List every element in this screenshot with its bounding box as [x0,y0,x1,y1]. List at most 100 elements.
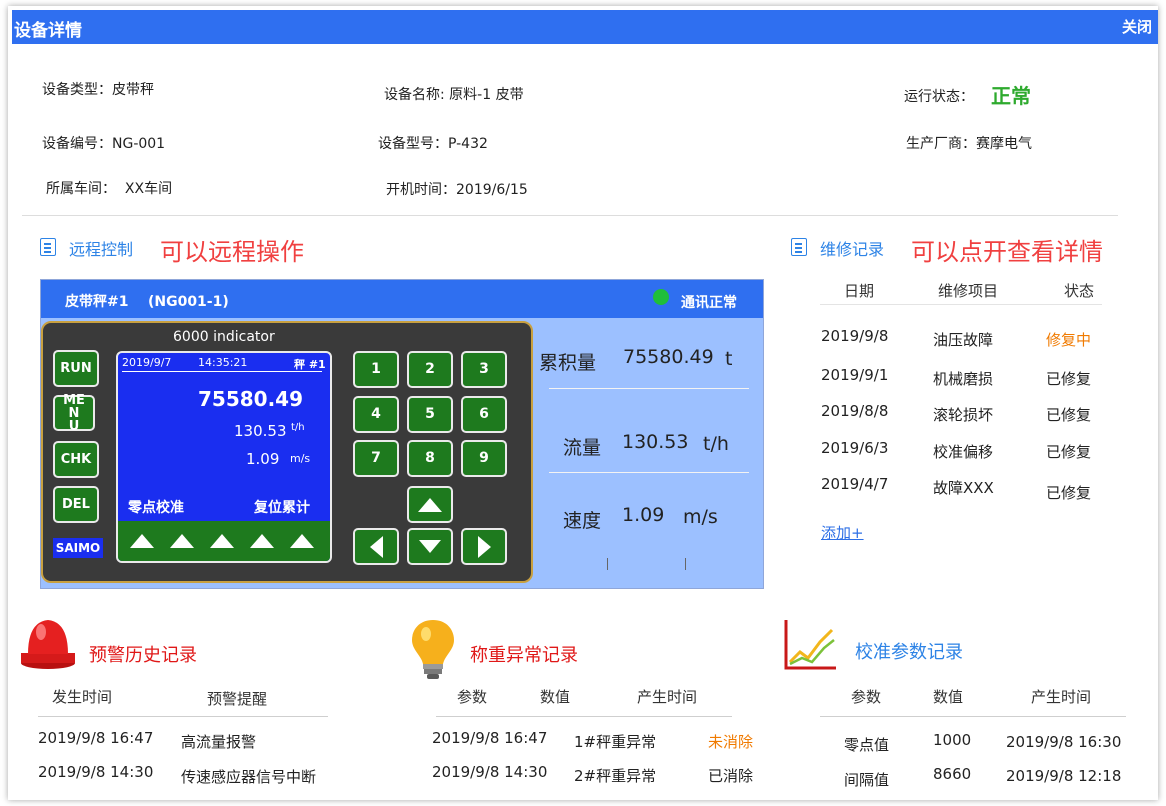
divider [820,716,1126,717]
row-msg: 高流量报警 [181,733,257,751]
comm-status-dot [653,289,669,305]
row-time: 2019/9/8 14:30 [38,763,154,781]
arrow-up-icon[interactable] [210,534,234,548]
right-button[interactable] [461,528,507,565]
arrow-up-icon[interactable] [130,534,154,548]
weighing-header-time: 产生时间 [637,688,698,706]
panel-header: 皮带秤#1 (NG001-1) 通讯正常 [41,280,763,318]
row-item: 校准偏移 [933,443,994,461]
device-detail-dialog: 设备详情 关闭 设备类型：皮带秤 设备名称: 原料-1 皮带 运行状态： 正常 … [8,6,1158,800]
screen-time: 14:35:21 [198,356,248,369]
weighing-anomaly-title: 称重异常记录 [470,645,578,666]
flow-unit: t/h [703,433,729,455]
weighing-header-value: 数值 [540,688,571,706]
left-button[interactable] [353,528,399,565]
divider [38,716,328,717]
row-value: 2#秤重异常 [574,767,657,785]
run-button[interactable]: RUN [53,350,99,387]
calibration-header-time: 产生时间 [1031,688,1092,706]
alarm-header-time: 发生时间 [52,688,113,706]
up-button[interactable] [407,486,453,523]
row-date: 2019/4/7 [821,475,889,493]
divider [22,215,1118,216]
maintenance-header-status: 状态 [1064,282,1095,300]
maintenance-title: 维修记录 [820,240,885,259]
key-1[interactable]: 1 [353,351,399,388]
remote-control-note: 可以远程操作 [160,238,304,266]
calibration-title: 校准参数记录 [855,642,963,663]
maintenance-header-item: 维修项目 [938,282,999,300]
row-value: 1#秤重异常 [574,733,657,751]
key-6[interactable]: 6 [461,396,507,433]
add-maintenance-link[interactable]: 添加+ [821,522,864,543]
key-9[interactable]: 9 [461,440,507,477]
row-param: 间隔值 [844,771,890,789]
device-label: 6000 indicator [173,329,275,345]
row-status: 已修复 [1046,406,1092,424]
total-unit: t [725,348,733,370]
row-msg: 传速感应器信号中断 [181,768,317,786]
readout-divider [549,388,749,389]
device-type: 设备类型：皮带秤 [42,82,154,98]
key-8[interactable]: 8 [407,440,453,477]
arrow-down-icon [419,540,441,553]
menu-button[interactable]: MEN U [53,394,95,433]
device-maker: 生产厂商：赛摩电气 [906,136,1032,152]
speed-label: 速度 [563,510,602,532]
alarm-light-icon [21,620,75,669]
tick-mark [685,558,686,570]
speed-unit: m/s [683,506,718,528]
softkey-bar [118,521,330,561]
device-code: 设备编号：NG-001 [42,136,166,152]
row-param: 零点值 [844,736,890,754]
row-item: 油压故障 [933,331,994,349]
tick-mark [607,558,608,570]
device-name: 设备名称: 原料-1 皮带 [384,87,524,103]
screen-speed-unit: m/s [290,452,311,465]
reset-total-label[interactable]: 复位累计 [254,497,310,517]
calibration-header-value: 数值 [933,688,964,706]
divider [820,304,1102,305]
arrow-up-icon[interactable] [290,534,314,548]
alarm-header-msg: 预警提醒 [207,690,268,708]
key-2[interactable]: 2 [407,351,453,388]
row-value: 1000 [933,731,972,749]
status-label: 运行状态： [904,89,974,105]
calibration-header-param: 参数 [851,688,882,706]
row-date: 2019/9/1 [821,366,889,384]
document-icon [40,238,56,256]
key-3[interactable]: 3 [461,351,507,388]
key-4[interactable]: 4 [353,396,399,433]
total-label: 累积量 [539,352,597,374]
chk-button[interactable]: CHK [53,441,99,478]
screen-scale: 秤 #1 [294,358,326,371]
row-value: 8660 [933,765,972,783]
row-date: 2019/8/8 [821,402,889,420]
screen-total-unit: t [290,393,294,403]
panel-title: 皮带秤#1 (NG001-1) [65,294,229,310]
screen-total: 75580.49 [198,387,304,411]
weighing-header-param: 参数 [457,688,488,706]
row-date: 2019/6/3 [821,439,889,457]
row-time: 2019/9/8 12:18 [1006,767,1122,785]
arrow-up-icon[interactable] [250,534,274,548]
down-button[interactable] [407,528,453,565]
row-item: 故障XXX [933,479,994,497]
status-value: 正常 [991,84,1031,108]
row-status: 已消除 [708,767,754,785]
arrow-up-icon[interactable] [170,534,194,548]
close-button[interactable]: 关闭 [1122,16,1152,37]
row-date: 2019/9/8 [821,327,889,345]
remote-panel: 皮带秤#1 (NG001-1) 通讯正常 6000 indicator RUN … [40,279,764,589]
row-status: 已修复 [1046,484,1092,502]
zero-calibration-label[interactable]: 零点校准 [128,497,184,517]
key-7[interactable]: 7 [353,440,399,477]
del-button[interactable]: DEL [53,486,99,523]
readout-divider [549,472,749,473]
arrow-right-icon [477,535,491,558]
indicator-device: 6000 indicator RUN MEN U CHK DEL SAIMO 2… [41,321,533,583]
row-time: 2019/9/8 16:47 [432,729,548,747]
key-5[interactable]: 5 [407,396,453,433]
screen-speed: 1.09 [246,450,280,468]
row-time: 2019/9/8 16:30 [1006,733,1122,751]
